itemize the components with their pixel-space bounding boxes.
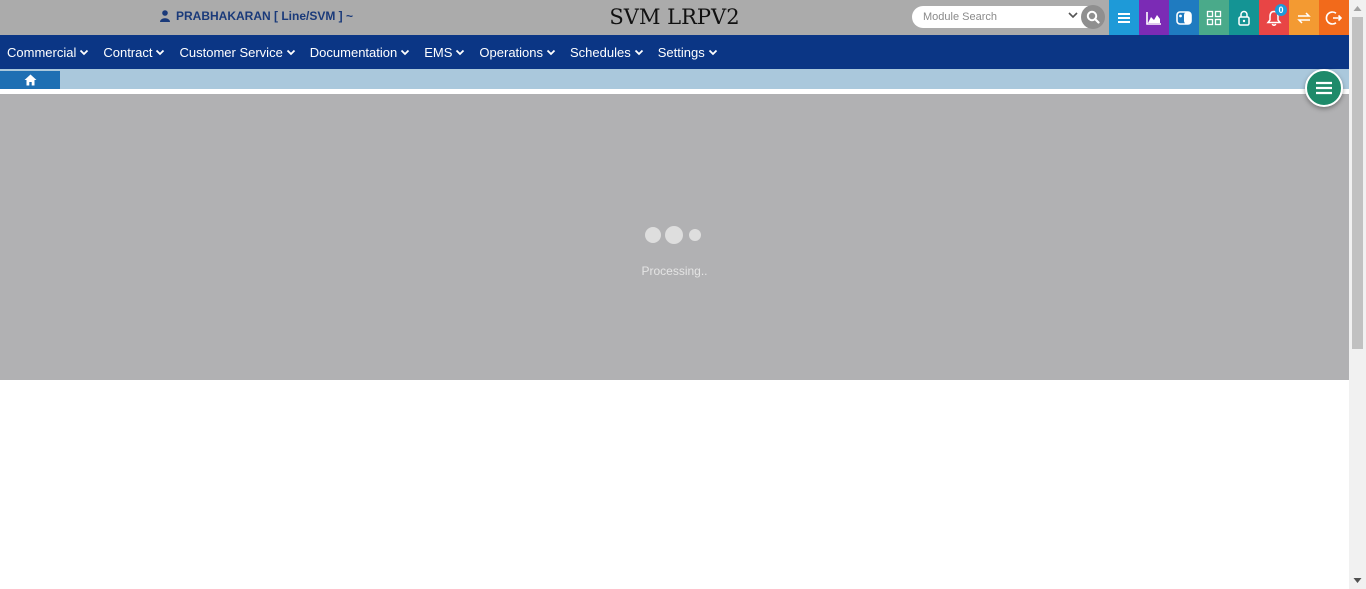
- hamburger-icon: [1316, 81, 1332, 95]
- chevron-down-icon: [456, 49, 465, 56]
- notifications-button[interactable]: 0: [1259, 0, 1289, 35]
- floating-menu-button[interactable]: [1305, 69, 1343, 107]
- switch-toggle-icon: [1176, 10, 1192, 25]
- nav-label: Settings: [657, 44, 705, 60]
- nav-label: Documentation: [309, 44, 398, 60]
- scroll-down-icon[interactable]: [1353, 577, 1362, 584]
- menu-list-icon: [1118, 12, 1130, 23]
- nav-contract[interactable]: Contract: [96, 35, 172, 69]
- chevron-down-icon: [634, 49, 643, 56]
- apps-grid-button[interactable]: [1199, 0, 1229, 35]
- breadcrumb: [0, 69, 1349, 89]
- search-icon: [1086, 10, 1100, 24]
- page: PRABHAKARAN [ Line/SVM ] ~ SVM LRPV2 Mod…: [0, 0, 1366, 589]
- module-search-input[interactable]: [923, 8, 1063, 26]
- swap-arrows-icon: [1297, 11, 1311, 24]
- nav-ems[interactable]: EMS: [417, 35, 472, 69]
- logout-icon: [1325, 10, 1343, 25]
- scroll-up-icon[interactable]: [1353, 5, 1362, 12]
- logout-button[interactable]: [1319, 0, 1349, 35]
- loader-dot: [645, 227, 661, 243]
- dashboard-chart-button[interactable]: [1139, 0, 1169, 35]
- nav-label: EMS: [424, 44, 453, 60]
- nav-schedules[interactable]: Schedules: [563, 35, 651, 69]
- nav-operations[interactable]: Operations: [472, 35, 563, 69]
- lock-button[interactable]: [1229, 0, 1259, 35]
- chevron-down-icon: [286, 49, 295, 56]
- grid-apps-icon: [1206, 10, 1222, 25]
- module-search: [912, 5, 1105, 29]
- nav-label: Contract: [103, 44, 153, 60]
- nav-label: Commercial: [7, 44, 77, 60]
- search-button[interactable]: [1081, 5, 1105, 29]
- vertical-scrollbar[interactable]: [1349, 0, 1366, 589]
- loading-overlay: Processing..: [0, 94, 1349, 380]
- nav-commercial[interactable]: Commercial: [0, 35, 96, 69]
- home-tab[interactable]: [0, 71, 60, 89]
- loader-dot: [689, 229, 701, 241]
- nav-label: Customer Service: [179, 44, 283, 60]
- chevron-down-icon: [156, 49, 165, 56]
- chevron-down-icon: [401, 49, 410, 56]
- main-nav: Commercial Contract Customer Service Doc…: [0, 35, 1349, 69]
- nav-customer-service[interactable]: Customer Service: [172, 35, 302, 69]
- nav-label: Schedules: [570, 44, 631, 60]
- lock-icon: [1238, 10, 1250, 26]
- notification-count-badge: 0: [1275, 4, 1287, 16]
- scrollbar-thumb[interactable]: [1352, 17, 1363, 349]
- chevron-down-icon: [708, 49, 717, 56]
- chevron-down-icon: [546, 49, 556, 56]
- nav-settings[interactable]: Settings: [651, 35, 725, 69]
- loader-dot: [665, 226, 683, 244]
- switch-button[interactable]: [1169, 0, 1199, 35]
- swap-button[interactable]: [1289, 0, 1319, 35]
- nav-label: Operations: [479, 44, 544, 60]
- chevron-down-icon[interactable]: [1067, 9, 1079, 21]
- top-header: PRABHAKARAN [ Line/SVM ] ~ SVM LRPV2 Mod…: [0, 0, 1349, 35]
- nav-documentation[interactable]: Documentation: [303, 35, 417, 69]
- chevron-down-icon: [80, 49, 89, 56]
- processing-text: Processing..: [641, 264, 708, 278]
- home-icon: [24, 74, 36, 86]
- menu-button[interactable]: [1109, 0, 1139, 35]
- area-chart-icon: [1146, 11, 1161, 25]
